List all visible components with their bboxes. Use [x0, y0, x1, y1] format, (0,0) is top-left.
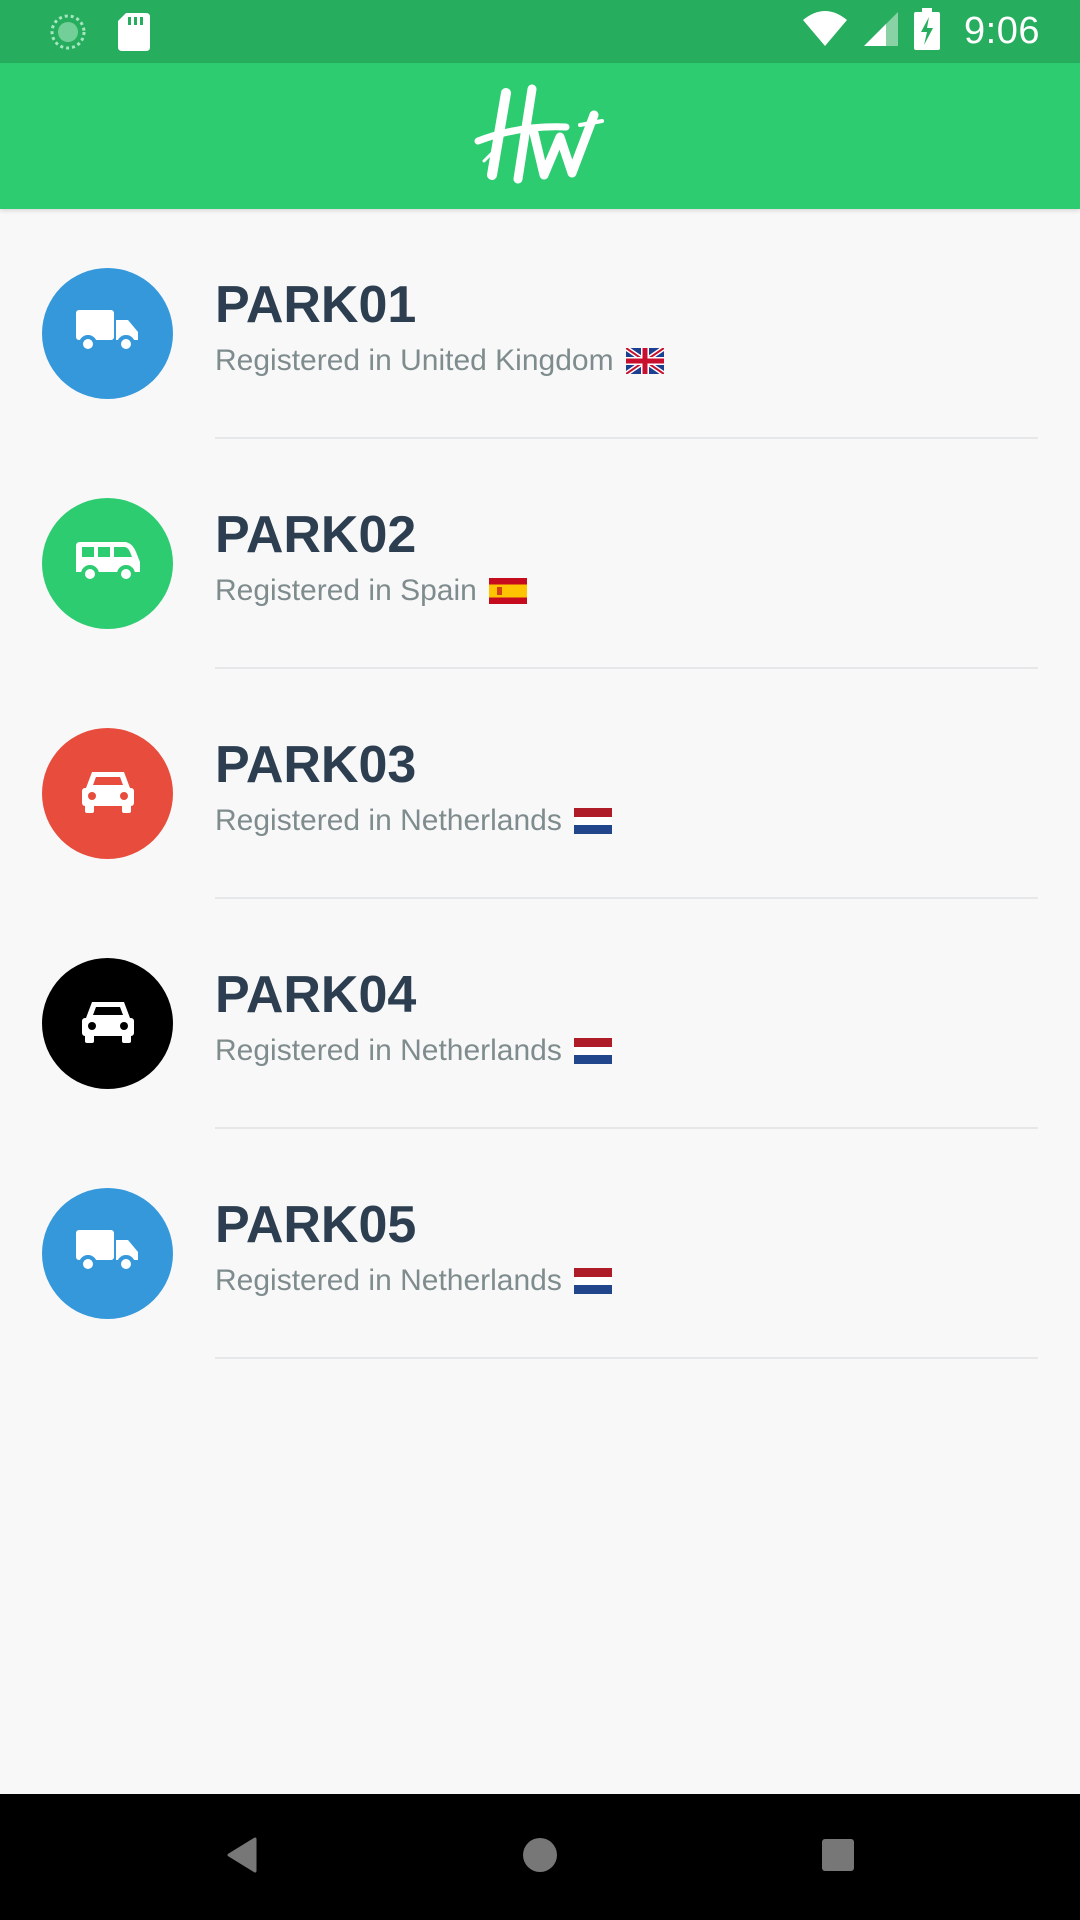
registration-text: Registered in Netherlands — [215, 1034, 562, 1067]
registration-text: Registered in Netherlands — [215, 1264, 562, 1297]
vehicle-avatar — [42, 1188, 173, 1319]
truck-icon — [75, 308, 140, 359]
battery-charging-icon — [914, 8, 941, 55]
registration-text: Registered in Netherlands — [215, 804, 562, 837]
home-button[interactable] — [502, 1819, 578, 1895]
registration-text: Registered in Spain — [215, 574, 477, 607]
sync-icon — [48, 12, 88, 57]
app-bar — [0, 63, 1080, 209]
recents-button[interactable] — [800, 1819, 876, 1895]
back-icon — [223, 1835, 259, 1880]
vehicle-name: PARK04 — [215, 966, 417, 1024]
sd-card-icon — [118, 13, 150, 56]
vehicle-avatar — [42, 958, 173, 1089]
van-icon — [75, 538, 140, 589]
signal-icon — [862, 10, 900, 53]
vehicle-avatar — [42, 498, 173, 629]
nl-flag-icon — [573, 808, 612, 834]
vehicle-name: PARK01 — [215, 276, 417, 334]
vehicle-registration: Registered in United Kingdom — [215, 344, 665, 378]
list-item[interactable]: PARK02 Registered in Spain — [0, 439, 1080, 669]
list-item[interactable]: PARK04 Registered in Netherlands — [0, 899, 1080, 1129]
status-bar: 9:06 — [0, 0, 1080, 63]
nl-flag-icon — [573, 1038, 612, 1064]
vehicle-avatar — [42, 728, 173, 859]
car-icon — [81, 998, 134, 1049]
gb-flag-icon — [624, 345, 665, 377]
back-button[interactable] — [203, 1819, 279, 1895]
app-logo — [470, 75, 610, 195]
recents-icon — [821, 1838, 855, 1877]
truck-icon — [75, 1228, 140, 1279]
vehicle-registration: Registered in Netherlands — [215, 804, 612, 838]
vehicle-name: PARK03 — [215, 736, 417, 794]
divider — [215, 1357, 1038, 1359]
status-time: 9:06 — [964, 10, 1040, 52]
vehicle-registration: Registered in Netherlands — [215, 1264, 612, 1298]
vehicle-name: PARK05 — [215, 1196, 417, 1254]
vehicle-name: PARK02 — [215, 506, 417, 564]
es-flag-icon — [488, 578, 527, 604]
nl-flag-icon — [573, 1268, 612, 1294]
registration-text: Registered in United Kingdom — [215, 344, 614, 377]
vehicle-registration: Registered in Spain — [215, 574, 527, 608]
car-icon — [81, 768, 134, 819]
vehicle-avatar — [42, 268, 173, 399]
home-icon — [521, 1836, 559, 1879]
navigation-bar — [0, 1794, 1080, 1920]
list-item[interactable]: PARK03 Registered in Netherlands — [0, 669, 1080, 899]
list-item[interactable]: PARK05 Registered in Netherlands — [0, 1129, 1080, 1359]
vehicle-list: PARK01 Registered in United Kingdom PARK… — [0, 209, 1080, 1359]
wifi-icon — [802, 10, 848, 53]
vehicle-registration: Registered in Netherlands — [215, 1034, 612, 1068]
list-item[interactable]: PARK01 Registered in United Kingdom — [0, 209, 1080, 439]
